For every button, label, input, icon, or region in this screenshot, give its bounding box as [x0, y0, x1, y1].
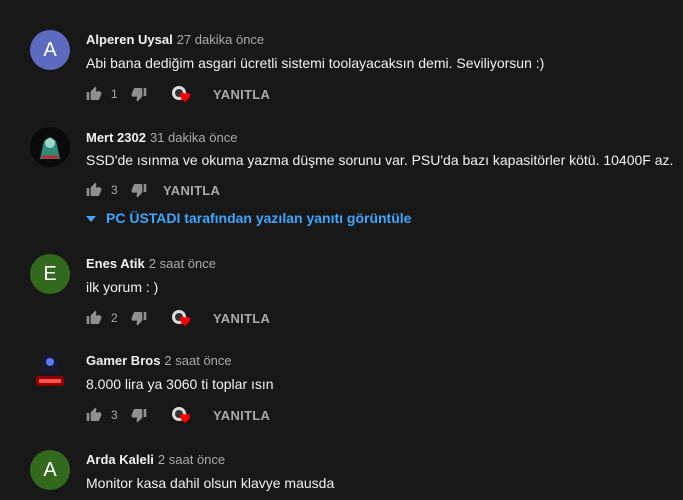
- timestamp[interactable]: 31 dakika önce: [150, 130, 237, 145]
- comment-text: 8.000 lira ya 3060 ti toplar ısın: [86, 376, 274, 392]
- caret-down-icon: [86, 210, 96, 226]
- avatar[interactable]: A: [30, 30, 70, 70]
- comment-header: Gamer Bros 2 saat önce: [86, 353, 232, 368]
- comment-toolbar: 3 YANITLA: [86, 180, 220, 200]
- thumb-up-icon[interactable]: [86, 310, 102, 326]
- avatar[interactable]: A: [30, 450, 70, 490]
- creator-heart-icon: [171, 308, 193, 328]
- author-name[interactable]: Gamer Bros: [86, 353, 160, 368]
- avatar[interactable]: [30, 127, 70, 167]
- comment-header: Mert 2302 31 dakika önce: [86, 130, 237, 145]
- reply-button[interactable]: YANITLA: [163, 183, 220, 198]
- timestamp[interactable]: 2 saat önce: [149, 256, 216, 271]
- comment-header: Alperen Uysal 27 dakika önce: [86, 32, 264, 47]
- timestamp[interactable]: 27 dakika önce: [177, 32, 264, 47]
- like-count: 2: [111, 311, 118, 325]
- comment-text: ilk yorum : ): [86, 279, 159, 295]
- avatar-letter: A: [43, 458, 57, 481]
- comment-toolbar: 1 YANITLA: [86, 84, 270, 104]
- thumb-down-icon[interactable]: [131, 407, 147, 423]
- author-name[interactable]: Arda Kaleli: [86, 452, 154, 467]
- comment-toolbar: 2 YANITLA: [86, 308, 270, 328]
- author-name[interactable]: Enes Atik: [86, 256, 145, 271]
- author-name[interactable]: Alperen Uysal: [86, 32, 173, 47]
- thumb-down-icon[interactable]: [131, 86, 147, 102]
- comment-header: Arda Kaleli 2 saat önce: [86, 452, 225, 467]
- view-replies-label: PC ÜSTADI tarafından yazılan yanıtı görü…: [106, 210, 412, 226]
- reply-button[interactable]: YANITLA: [213, 311, 270, 326]
- creator-heart-icon: [171, 84, 193, 104]
- comment-header: Enes Atik 2 saat önce: [86, 256, 216, 271]
- comment-text: SSD'de ısınma ve okuma yazma düşme sorun…: [86, 152, 674, 168]
- thumb-up-icon[interactable]: [86, 86, 102, 102]
- like-count: 3: [111, 408, 118, 422]
- comment-text: Abi bana dediğim asgari ücretli sistemi …: [86, 55, 545, 71]
- reply-button[interactable]: YANITLA: [213, 87, 270, 102]
- thumb-down-icon[interactable]: [131, 310, 147, 326]
- comment-text: Monitor kasa dahil olsun klavye mausda: [86, 475, 335, 491]
- view-replies-link[interactable]: PC ÜSTADI tarafından yazılan yanıtı görü…: [86, 210, 411, 226]
- thumb-up-icon[interactable]: [86, 182, 102, 198]
- like-count: 1: [111, 87, 118, 101]
- avatar-letter: A: [43, 38, 57, 61]
- author-name[interactable]: Mert 2302: [86, 130, 146, 145]
- reply-button[interactable]: YANITLA: [213, 408, 270, 423]
- avatar-letter: E: [43, 262, 57, 285]
- timestamp[interactable]: 2 saat önce: [164, 353, 231, 368]
- avatar[interactable]: [30, 350, 70, 390]
- like-count: 3: [111, 183, 118, 197]
- timestamp[interactable]: 2 saat önce: [158, 452, 225, 467]
- thumb-up-icon[interactable]: [86, 407, 102, 423]
- avatar[interactable]: E: [30, 254, 70, 294]
- thumb-down-icon[interactable]: [131, 182, 147, 198]
- creator-heart-icon: [171, 405, 193, 425]
- comment-toolbar: 3 YANITLA: [86, 405, 270, 425]
